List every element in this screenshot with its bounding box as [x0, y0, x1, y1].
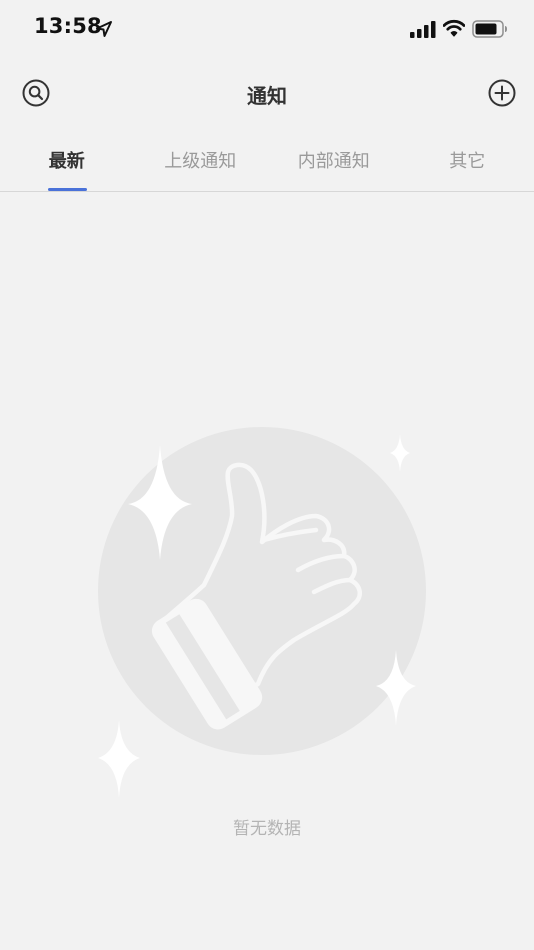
empty-state-message: 暂无数据	[233, 819, 301, 839]
tab-latest[interactable]: 最新	[0, 130, 134, 191]
tab-internal-notices[interactable]: 内部通知	[267, 130, 401, 191]
sparkle-icon	[98, 720, 140, 798]
tab-others[interactable]: 其它	[401, 130, 534, 191]
add-button[interactable]	[487, 78, 517, 108]
header-bar: 通知	[0, 64, 534, 122]
status-time: 13:58	[34, 14, 102, 38]
tab-label: 内部通知	[297, 151, 370, 172]
tab-bar: 最新 上级通知 内部通知 其它	[0, 130, 534, 192]
status-bar: 13:58	[0, 0, 534, 60]
tab-label: 上级通知	[164, 151, 237, 172]
location-arrow-icon	[96, 21, 112, 37]
tab-label: 其它	[449, 151, 486, 172]
page-title: 通知	[247, 84, 287, 108]
empty-state-illustration	[98, 427, 426, 798]
notification-screen: 13:58 通知 最新 上级通知 内部通知 其它 暂无数据	[0, 0, 534, 950]
tab-label: 最新	[48, 151, 85, 172]
add-circle-icon	[488, 79, 516, 107]
sparkle-icon	[390, 434, 410, 472]
wifi-icon	[443, 19, 465, 37]
active-tab-indicator	[47, 188, 87, 191]
tab-superior-notices[interactable]: 上级通知	[134, 130, 268, 191]
battery-icon	[472, 20, 507, 38]
cellular-signal-icon	[410, 21, 436, 38]
